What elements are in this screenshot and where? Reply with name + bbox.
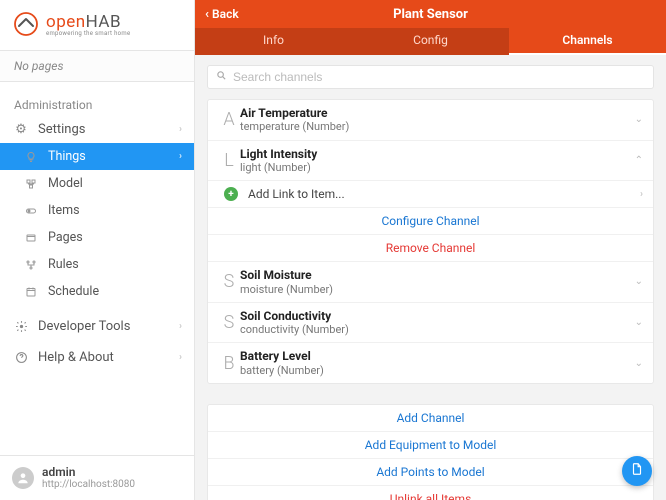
back-button[interactable]: ‹ Back (195, 7, 249, 22)
fab-button[interactable] (622, 456, 652, 486)
chevron-down-icon: ⌄ (635, 114, 643, 125)
channel-list: A Air Temperature temperature (Number) ⌄… (207, 99, 654, 384)
calendar-icon (22, 286, 40, 298)
channel-name: Soil Conductivity (240, 309, 635, 323)
chevron-right-icon: › (179, 352, 182, 363)
channel-row[interactable]: B Battery Level battery (Number) ⌄ (208, 343, 653, 383)
sidebar-item-settings[interactable]: ⚙ Settings › (0, 116, 194, 143)
gear-icon: ⚙ (12, 122, 30, 137)
add-link-label: Add Link to Item... (248, 187, 345, 201)
sidebar-item-pages[interactable]: Pages (0, 224, 194, 251)
pages-icon (22, 232, 40, 244)
chevron-down-icon: ⌄ (635, 276, 643, 287)
chevron-right-icon: › (179, 151, 182, 162)
search-box[interactable] (207, 65, 654, 89)
page-title: Plant Sensor (195, 7, 666, 22)
rules-icon (22, 259, 40, 271)
channel-row[interactable]: S Soil Moisture moisture (Number) ⌄ (208, 262, 653, 303)
footer-actions: Add Channel Add Equipment to Model Add P… (207, 404, 654, 500)
channel-letter: L (218, 150, 240, 171)
things-label: Things (48, 149, 179, 164)
add-channel-button[interactable]: Add Channel (208, 405, 653, 432)
channel-sub: battery (Number) (240, 364, 635, 377)
no-pages-label: No pages (0, 50, 194, 82)
document-icon (630, 462, 644, 480)
user-footer[interactable]: admin http://localhost:8080 (0, 455, 194, 500)
channel-row[interactable]: L Light Intensity light (Number) ⌃ (208, 141, 653, 182)
brand-text-2: HAB (86, 12, 121, 32)
configure-channel-button[interactable]: Configure Channel (208, 208, 653, 235)
content-area: A Air Temperature temperature (Number) ⌄… (195, 55, 666, 500)
back-label: Back (212, 7, 239, 21)
brand-subtitle: empowering the smart home (46, 30, 130, 37)
sidebar-item-help[interactable]: Help & About › (0, 344, 194, 371)
channel-letter: A (218, 109, 240, 130)
channel-letter: S (218, 312, 240, 333)
channel-letter: S (218, 271, 240, 292)
brand-text-1: open (46, 12, 86, 32)
model-label: Model (48, 176, 182, 191)
chevron-right-icon: › (179, 124, 182, 135)
chevron-right-icon: › (179, 321, 182, 332)
channel-sub: light (Number) (240, 161, 635, 174)
add-equipment-button[interactable]: Add Equipment to Model (208, 432, 653, 459)
tabs: Info Config Channels (195, 28, 666, 55)
lightbulb-icon (22, 151, 40, 163)
chevron-right-icon: › (640, 189, 643, 200)
add-link-to-item[interactable]: + Add Link to Item... › (208, 181, 653, 208)
channel-sub: temperature (Number) (240, 120, 635, 133)
tools-icon (12, 320, 30, 333)
settings-label: Settings (38, 122, 179, 137)
help-icon (12, 351, 30, 364)
channel-name: Battery Level (240, 349, 635, 363)
rules-label: Rules (48, 257, 182, 272)
sidebar-item-rules[interactable]: Rules (0, 251, 194, 278)
tab-info[interactable]: Info (195, 28, 352, 55)
channel-sub: moisture (Number) (240, 283, 635, 296)
channel-row[interactable]: A Air Temperature temperature (Number) ⌄ (208, 100, 653, 141)
avatar-icon (12, 467, 34, 489)
tab-channels[interactable]: Channels (509, 28, 666, 55)
channel-name: Air Temperature (240, 106, 635, 120)
unlink-all-items-button[interactable]: Unlink all Items (208, 486, 653, 500)
channel-name: Light Intensity (240, 147, 635, 161)
model-icon (22, 178, 40, 190)
administration-section-title: Administration (0, 90, 194, 116)
chevron-down-icon: ⌄ (635, 358, 643, 369)
sidebar-item-items[interactable]: Items (0, 197, 194, 224)
add-points-button[interactable]: Add Points to Model (208, 459, 653, 486)
sidebar-item-developer-tools[interactable]: Developer Tools › (0, 313, 194, 340)
sidebar-item-schedule[interactable]: Schedule (0, 278, 194, 305)
page-header: ‹ Back Plant Sensor Info Config Channels (195, 0, 666, 55)
sidebar: openHAB empowering the smart home No pag… (0, 0, 195, 500)
channel-row[interactable]: S Soil Conductivity conductivity (Number… (208, 303, 653, 344)
main-panel: ‹ Back Plant Sensor Info Config Channels (195, 0, 666, 500)
user-url: http://localhost:8080 (42, 479, 135, 490)
channel-name: Soil Moisture (240, 268, 635, 282)
brand-logo[interactable]: openHAB empowering the smart home (0, 0, 194, 46)
help-label: Help & About (38, 350, 179, 365)
channel-letter: B (218, 353, 240, 374)
openhab-logo-icon (12, 10, 40, 38)
schedule-label: Schedule (48, 284, 182, 299)
remove-channel-button[interactable]: Remove Channel (208, 235, 653, 262)
tab-config[interactable]: Config (352, 28, 509, 55)
search-icon (216, 70, 227, 84)
items-label: Items (48, 203, 182, 218)
pages-label: Pages (48, 230, 182, 245)
sidebar-item-model[interactable]: Model (0, 170, 194, 197)
plus-icon: + (224, 187, 238, 201)
chevron-up-icon: ⌃ (635, 155, 643, 166)
sidebar-item-things[interactable]: Things › (0, 143, 194, 170)
user-name: admin (42, 466, 135, 479)
dev-tools-label: Developer Tools (38, 319, 179, 334)
chevron-down-icon: ⌄ (635, 317, 643, 328)
channel-sub: conductivity (Number) (240, 323, 635, 336)
search-input[interactable] (233, 70, 645, 84)
toggle-icon (22, 205, 40, 217)
chevron-left-icon: ‹ (205, 7, 209, 22)
